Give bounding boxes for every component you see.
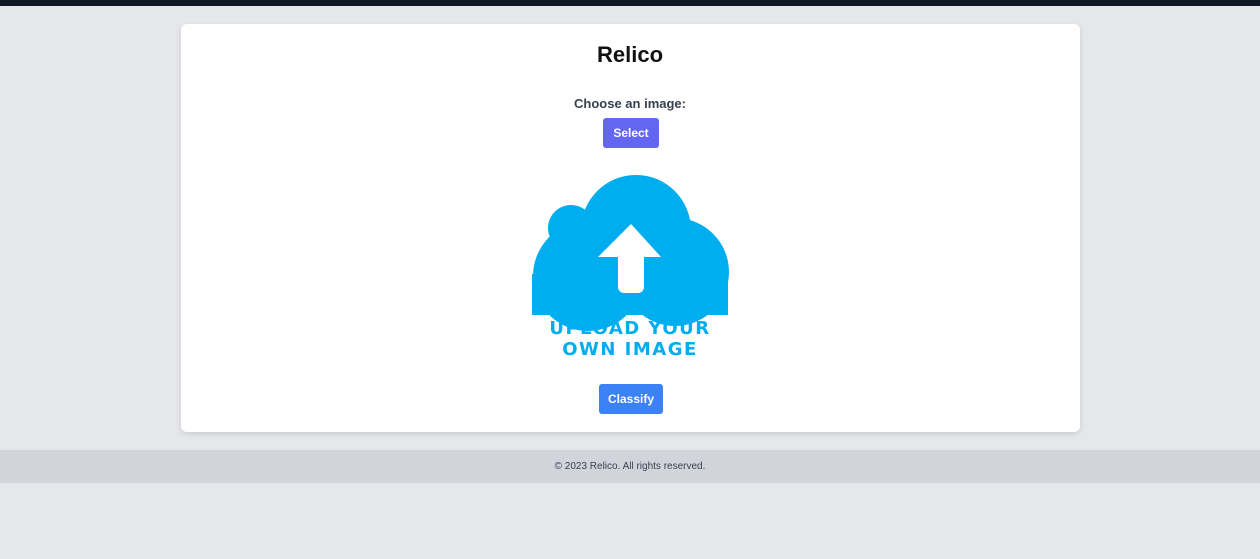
top-bar: [0, 0, 1260, 6]
upload-text-line2: OWN IMAGE: [562, 339, 698, 360]
classify-button[interactable]: Classify: [599, 384, 663, 414]
upload-text-line1: UPLOAD YOUR: [549, 318, 711, 339]
footer-copyright: © 2023 Relico. All rights reserved.: [0, 450, 1260, 483]
select-button[interactable]: Select: [603, 118, 659, 148]
choose-image-label: Choose an image:: [574, 96, 686, 111]
page-title: Relico: [596, 42, 664, 67]
